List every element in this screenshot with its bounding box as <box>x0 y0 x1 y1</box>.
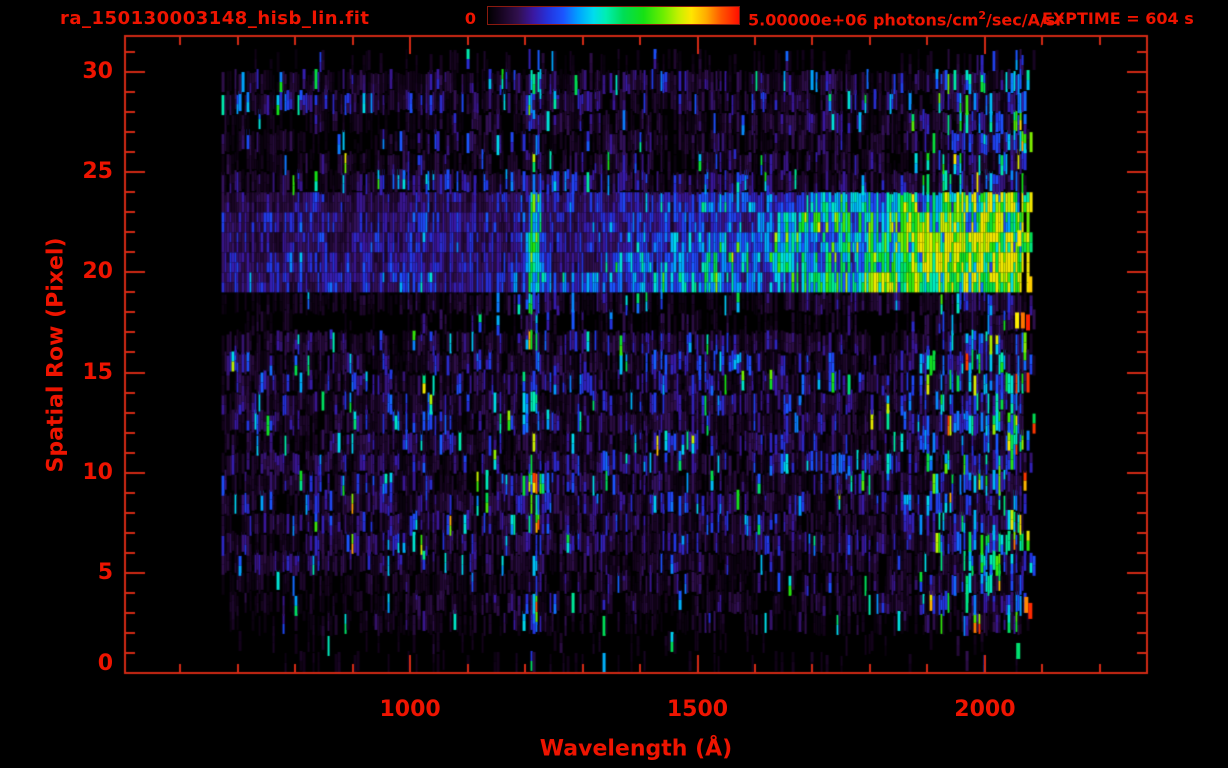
file-title: ra_150130003148_hisb_lin.fit <box>60 8 370 29</box>
colorbar-units-superscript: 2 <box>978 9 987 22</box>
y-tick-label: 5 <box>97 559 113 585</box>
x-tick-label: 1000 <box>379 697 441 722</box>
colorbar-units-pre: photons/cm <box>867 10 979 30</box>
colorbar-max-label: 5.00000e+06 photons/cm2/sec/A/sr <box>748 9 1063 29</box>
colorbar <box>487 6 740 25</box>
y-axis-title: Spatial Row (Pixel) <box>43 236 69 473</box>
exptime-label: EXPTIME = 604 s <box>1042 9 1194 28</box>
y-tick-label: 30 <box>82 59 113 85</box>
y-tick-label: 0 <box>97 651 113 676</box>
spectrogram-plot-canvas <box>0 0 1228 768</box>
spectral-image-window: { "window": { "background": "#000000", "… <box>0 0 1228 768</box>
x-tick-label: 1500 <box>666 697 729 722</box>
colorbar-min-label: 0 <box>464 9 476 28</box>
y-tick-label: 25 <box>82 159 113 185</box>
colorbar-max-value: 5.00000e+06 <box>748 10 868 30</box>
x-tick-label: 2000 <box>954 697 1016 722</box>
x-axis-title: Wavelength (Å) <box>539 736 733 762</box>
